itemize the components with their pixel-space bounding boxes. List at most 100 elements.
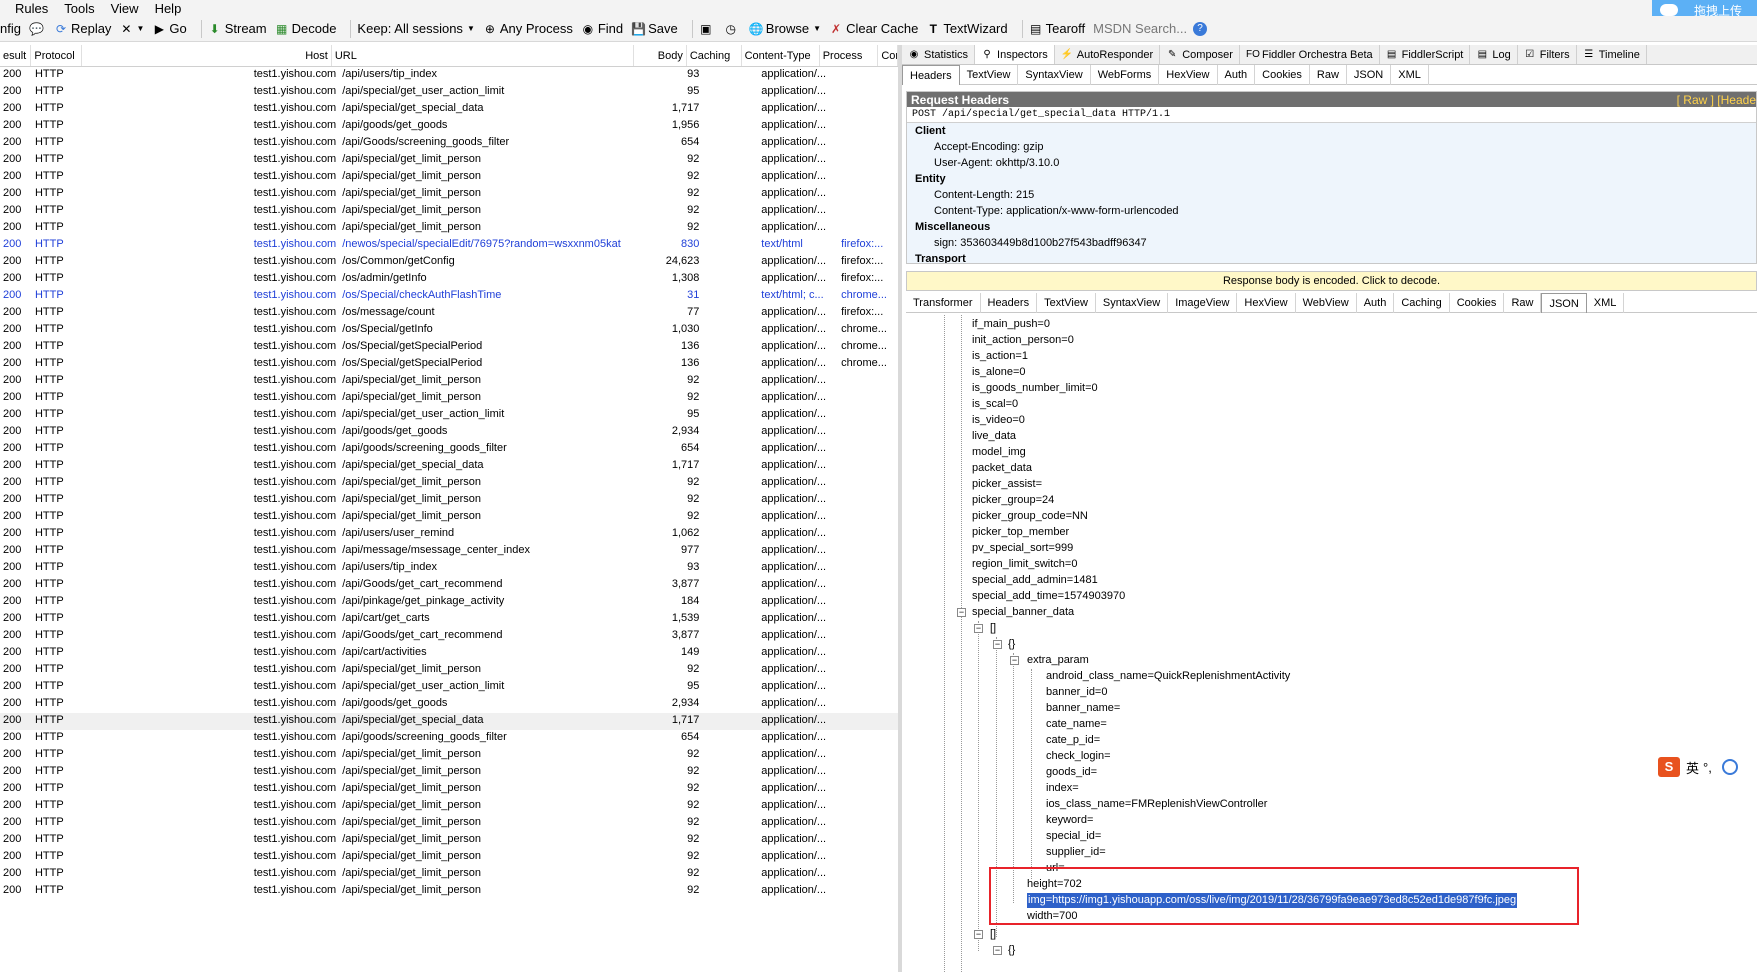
tree-node[interactable]: special_add_admin=1481 xyxy=(972,573,1098,588)
column-header[interactable]: Process xyxy=(820,45,879,66)
table-row[interactable]: 200 HTTP test1.yishou.com/os/Special/getIn… xyxy=(0,322,898,339)
tab-fiddler-orchestra-beta[interactable]: FO Fiddler Orchestra Beta xyxy=(1240,45,1380,64)
tab-composer[interactable]: ✎ Composer xyxy=(1160,45,1240,64)
column-header[interactable]: Content-Type xyxy=(742,45,820,66)
response-tab-webview[interactable]: WebView xyxy=(1296,292,1357,313)
response-tab-imageview[interactable]: ImageView xyxy=(1168,292,1238,313)
table-row[interactable]: 200 HTTP test1.yishou.com/os/Special/getSp… xyxy=(0,356,898,373)
tab-log[interactable]: ▤ Log xyxy=(1470,45,1518,64)
table-row[interactable]: 200 HTTP test1.yishou.com/api/special/get_… xyxy=(0,390,898,407)
screenshot-button[interactable]: ▣ xyxy=(699,22,716,36)
column-header[interactable]: Host xyxy=(82,45,332,66)
collapse-toggle[interactable]: − xyxy=(974,624,983,633)
clear-cache-button[interactable]: ✗ Clear Cache xyxy=(829,21,918,36)
go-button[interactable]: ▶ Go xyxy=(152,21,187,36)
response-tab-auth[interactable]: Auth xyxy=(1357,292,1395,313)
tree-node[interactable]: special_banner_data xyxy=(972,605,1074,620)
table-row[interactable]: 200 HTTP test1.yishou.com/api/pinkage/get_… xyxy=(0,594,898,611)
request-tab-hexview[interactable]: HexView xyxy=(1159,64,1218,85)
request-tab-syntaxview[interactable]: SyntaxView xyxy=(1018,64,1091,85)
tab-statistics[interactable]: ◉ Statistics xyxy=(902,45,976,64)
table-row[interactable]: 200 HTTP test1.yishou.com/api/special/get_… xyxy=(0,84,898,101)
table-row[interactable]: 200 HTTP test1.yishou.com/api/special/get_… xyxy=(0,747,898,764)
table-row[interactable]: 200 HTTP test1.yishou.com/api/special/get_… xyxy=(0,152,898,169)
tree-node[interactable]: cate_p_id= xyxy=(1046,733,1100,748)
table-row[interactable]: 200 HTTP test1.yishou.com/api/cart/activit… xyxy=(0,645,898,662)
menu-view[interactable]: View xyxy=(111,1,139,16)
table-row[interactable]: 200 HTTP test1.yishou.com/api/special/get_… xyxy=(0,373,898,390)
table-row[interactable]: 200 HTTP test1.yishou.com/api/goods/get_go… xyxy=(0,696,898,713)
table-row[interactable]: 200 HTTP test1.yishou.com/api/special/get_… xyxy=(0,509,898,526)
tree-node[interactable]: banner_name= xyxy=(1046,701,1120,716)
tree-node[interactable]: special_id= xyxy=(1046,829,1101,844)
response-tab-cookies[interactable]: Cookies xyxy=(1450,292,1505,313)
request-tab-cookies[interactable]: Cookies xyxy=(1255,64,1310,85)
column-header[interactable]: Protocol xyxy=(31,45,83,66)
keep-sessions-dropdown[interactable]: Keep: All sessions ▼ xyxy=(357,21,474,36)
request-tab-json[interactable]: JSON xyxy=(1347,64,1392,85)
tree-node[interactable]: picker_group_code=NN xyxy=(972,509,1088,524)
request-tab-webforms[interactable]: WebForms xyxy=(1091,64,1160,85)
tree-node[interactable]: banner_id=0 xyxy=(1046,685,1107,700)
table-row[interactable]: 200 HTTP test1.yishou.com/api/users/user_r… xyxy=(0,526,898,543)
table-row[interactable]: 200 HTTP test1.yishou.com/api/Goods/get_ca… xyxy=(0,577,898,594)
find-button[interactable]: ◉ Find xyxy=(581,21,624,36)
tree-node[interactable]: ios_class_name=FMReplenishViewController xyxy=(1046,797,1267,812)
table-row[interactable]: 200 HTTP test1.yishou.com/api/special/get_… xyxy=(0,883,898,900)
tree-object-node[interactable]: {} xyxy=(1008,943,1015,958)
tree-node[interactable]: model_img xyxy=(972,445,1026,460)
tab-filters[interactable]: ☑ Filters xyxy=(1518,45,1577,64)
table-row[interactable]: 200 HTTP test1.yishou.com/api/special/get_… xyxy=(0,186,898,203)
table-row[interactable]: 200 HTTP test1.yishou.com/api/special/get_… xyxy=(0,169,898,186)
table-row[interactable]: 200 HTTP test1.yishou.com/api/special/get_… xyxy=(0,203,898,220)
textwizard-button[interactable]: T TextWizard xyxy=(926,21,1008,36)
replay-button[interactable]: ⟳ Replay xyxy=(54,21,112,36)
tree-node[interactable]: picker_assist= xyxy=(972,477,1042,492)
tree-node[interactable]: picker_group=24 xyxy=(972,493,1054,508)
table-row[interactable]: 200 HTTP test1.yishou.com/newos/special/sp… xyxy=(0,237,898,254)
table-row[interactable]: 200 HTTP test1.yishou.com/api/special/get_… xyxy=(0,407,898,424)
any-process-button[interactable]: ⊕ Any Process xyxy=(483,21,573,36)
column-header[interactable]: Body xyxy=(634,45,687,66)
column-header[interactable]: Cor xyxy=(878,45,898,66)
table-row[interactable]: 200 HTTP test1.yishou.com/api/special/get_… xyxy=(0,798,898,815)
request-tab-raw[interactable]: Raw xyxy=(1310,64,1347,85)
tree-array-node[interactable]: [] xyxy=(990,621,996,636)
tab-autoresponder[interactable]: ⚡ AutoResponder xyxy=(1055,45,1161,64)
request-tab-auth[interactable]: Auth xyxy=(1218,64,1256,85)
tab-fiddlerscript[interactable]: ▤ FiddlerScript xyxy=(1380,45,1471,64)
ime-indicator[interactable]: S 英 °, xyxy=(1658,757,1738,777)
collapse-toggle[interactable]: − xyxy=(993,640,1002,649)
table-row[interactable]: 200 HTTP test1.yishou.com/os/Common/getCon… xyxy=(0,254,898,271)
table-row[interactable]: 200 HTTP test1.yishou.com/api/goods/get_go… xyxy=(0,118,898,135)
tree-node[interactable]: is_alone=0 xyxy=(972,365,1026,380)
tree-array-node[interactable]: [] xyxy=(990,927,996,942)
response-decode-bar[interactable]: Response body is encoded. Click to decod… xyxy=(906,271,1757,291)
table-row[interactable]: 200 HTTP test1.yishou.com/api/special/get_… xyxy=(0,815,898,832)
tearoff-button[interactable]: ▤ Tearoff xyxy=(1029,21,1085,36)
response-tab-raw[interactable]: Raw xyxy=(1504,292,1542,313)
table-row[interactable]: 200 HTTP test1.yishou.com/api/special/get_… xyxy=(0,458,898,475)
table-row[interactable]: 200 HTTP test1.yishou.com/api/special/get_… xyxy=(0,492,898,509)
tree-node[interactable]: picker_top_member xyxy=(972,525,1069,540)
table-row[interactable]: 200 HTTP test1.yishou.com/api/special/get_… xyxy=(0,475,898,492)
response-tab-caching[interactable]: Caching xyxy=(1394,292,1450,313)
msdn-search-input[interactable]: MSDN Search...? xyxy=(1093,21,1208,36)
browse-button[interactable]: 🌐 Browse ▼ xyxy=(749,21,821,36)
menu-help[interactable]: Help xyxy=(155,1,182,16)
response-tab-textview[interactable]: TextView xyxy=(1037,292,1096,313)
help-icon[interactable]: ? xyxy=(1193,21,1208,36)
remove-button[interactable]: ✕ ▼ xyxy=(119,22,144,36)
table-row[interactable]: 200 HTTP test1.yishou.com/api/special/get_… xyxy=(0,781,898,798)
save-button[interactable]: 💾 Save xyxy=(631,21,678,36)
response-tab-json[interactable]: JSON xyxy=(1541,292,1587,313)
tree-node[interactable]: is_goods_number_limit=0 xyxy=(972,381,1098,396)
tree-node[interactable]: packet_data xyxy=(972,461,1032,476)
tab-timeline[interactable]: ☰ Timeline xyxy=(1577,45,1647,64)
request-tab-textview[interactable]: TextView xyxy=(960,64,1019,85)
decode-button[interactable]: ▦ Decode xyxy=(275,21,336,36)
tree-node[interactable]: android_class_name=QuickReplenishmentAct… xyxy=(1046,669,1290,684)
column-header[interactable]: URL xyxy=(332,45,635,66)
tree-node[interactable]: init_action_person=0 xyxy=(972,333,1074,348)
collapse-toggle[interactable]: − xyxy=(993,946,1002,955)
